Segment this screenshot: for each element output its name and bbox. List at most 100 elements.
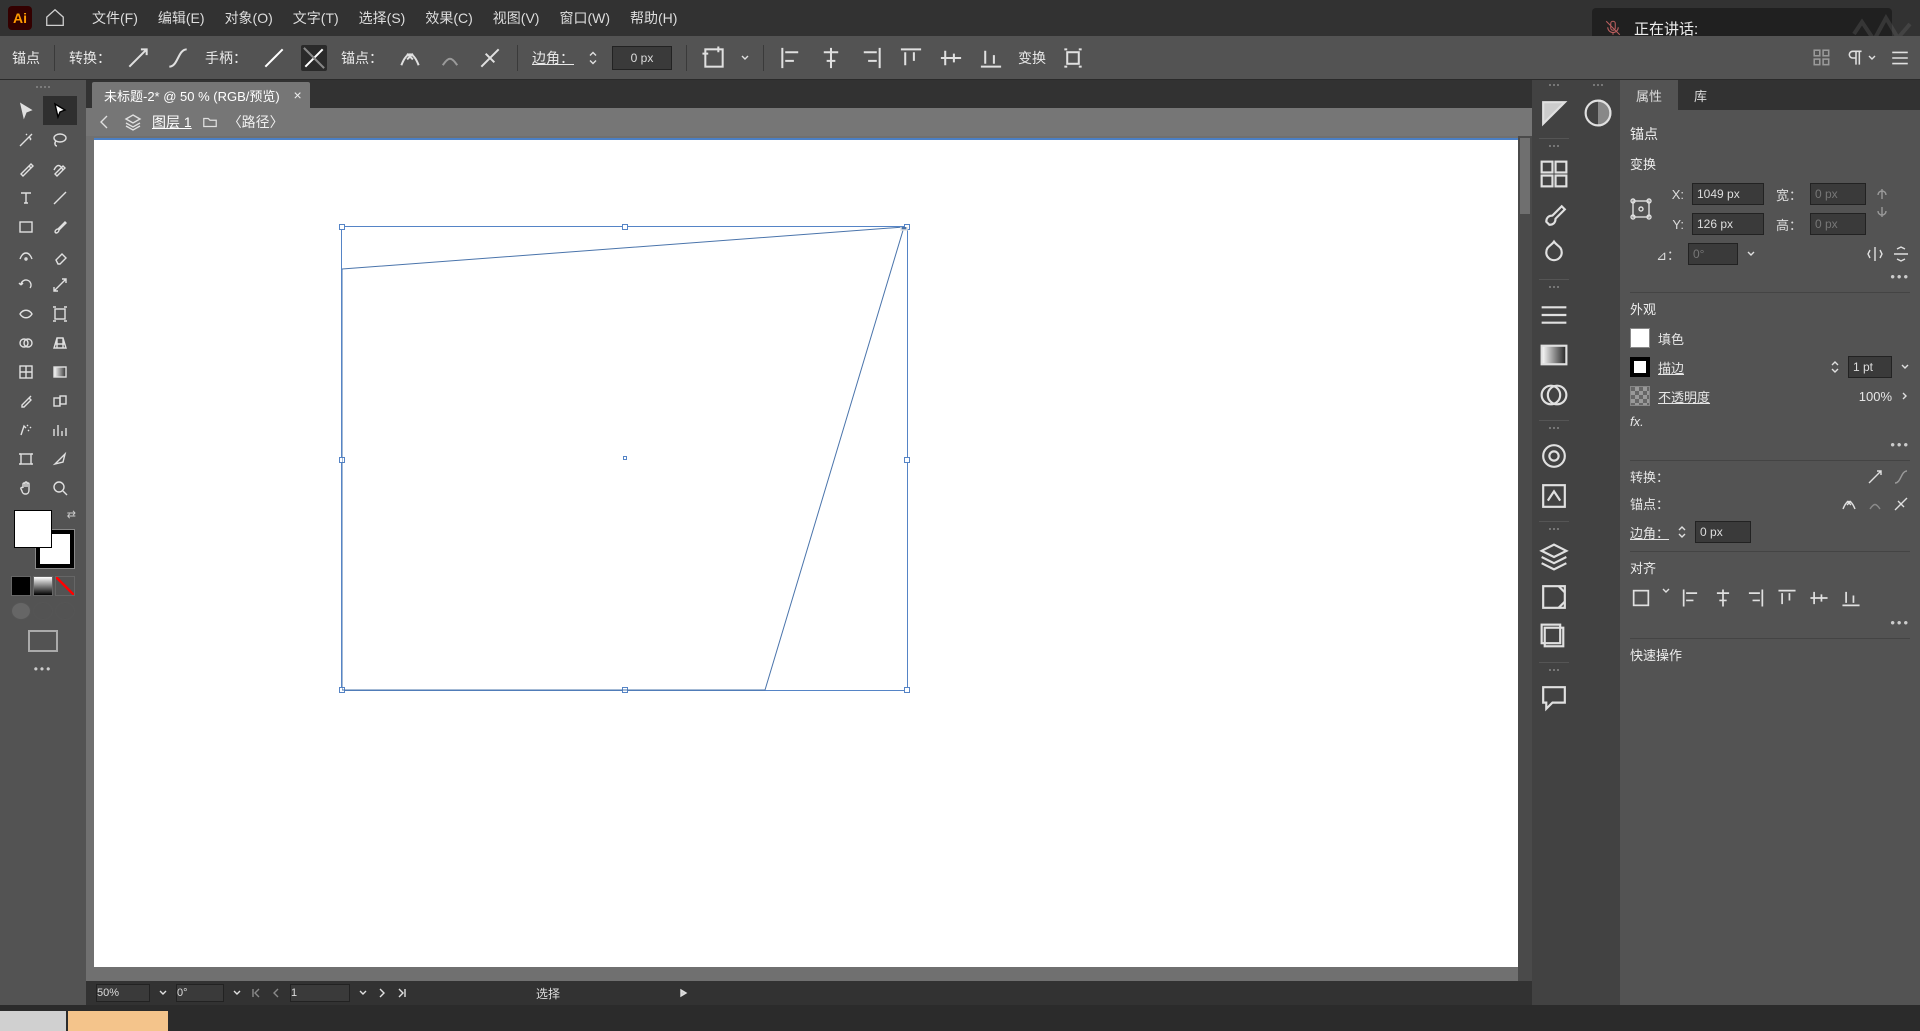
align-hcenter-button[interactable]: [818, 45, 844, 71]
convert-corner-button[interactable]: [125, 45, 151, 71]
shape-builder-tool[interactable]: [9, 328, 43, 357]
gradient-tool[interactable]: [43, 357, 77, 386]
more-options-button[interactable]: •••: [1630, 437, 1910, 452]
solid-color-button[interactable]: [11, 576, 31, 596]
cut-path-button[interactable]: [477, 45, 503, 71]
align-top-button[interactable]: [1776, 587, 1798, 609]
align-left-button[interactable]: [1680, 587, 1702, 609]
back-icon[interactable]: [96, 113, 114, 131]
swatches-panel-icon[interactable]: [1537, 157, 1571, 191]
chevron-down-icon[interactable]: [358, 988, 368, 998]
line-tool[interactable]: [43, 183, 77, 212]
prev-artboard-icon[interactable]: [270, 987, 282, 999]
home-icon[interactable]: [44, 7, 66, 29]
isolate-button[interactable]: [1060, 45, 1086, 71]
corner-label[interactable]: 边角：: [1630, 523, 1669, 542]
menu-window[interactable]: 窗口(W): [551, 4, 618, 32]
opacity-swatch[interactable]: [1630, 386, 1650, 406]
connect-anchors-button[interactable]: [437, 45, 463, 71]
remove-anchor-button[interactable]: [1840, 495, 1858, 513]
menu-file[interactable]: 文件(F): [84, 4, 146, 32]
slice-tool[interactable]: [43, 444, 77, 473]
scrollbar-thumb[interactable]: [1520, 138, 1530, 214]
more-options-button[interactable]: •••: [1630, 269, 1910, 284]
align-right-button[interactable]: [1744, 587, 1766, 609]
panel-grip-icon[interactable]: [1540, 669, 1568, 675]
corner-radius-input[interactable]: [612, 46, 672, 70]
canvas-viewport[interactable]: [86, 136, 1532, 981]
rectangle-tool[interactable]: [9, 212, 43, 241]
breadcrumb-layer-link[interactable]: 图层 1: [152, 112, 192, 132]
flip-vertical-icon[interactable]: [1892, 245, 1910, 263]
menu-effect[interactable]: 效果(C): [417, 4, 480, 32]
corner-label[interactable]: 边角：: [532, 48, 574, 68]
symbols-panel-icon[interactable]: [1537, 237, 1571, 271]
color-swatches[interactable]: ⇄: [10, 508, 76, 572]
stroke-swatch[interactable]: [1630, 357, 1650, 377]
chevron-down-icon[interactable]: [1868, 54, 1876, 62]
align-left-button[interactable]: [778, 45, 804, 71]
document-tab[interactable]: 未标题-2* @ 50 % (RGB/预览) ×: [92, 82, 310, 108]
angle-input[interactable]: [1688, 243, 1738, 265]
edit-toolbar-button[interactable]: •••: [34, 662, 53, 676]
rotate-tool[interactable]: [9, 270, 43, 299]
artboard[interactable]: [94, 138, 1518, 967]
stepper-up-icon[interactable]: [1830, 359, 1840, 367]
direct-selection-tool[interactable]: [43, 96, 77, 125]
align-to-button[interactable]: [1630, 587, 1652, 609]
fill-color-swatch[interactable]: [14, 510, 52, 548]
width-input[interactable]: [1810, 183, 1866, 205]
connect-anchor-button[interactable]: [1866, 495, 1884, 513]
align-hcenter-button[interactable]: [1712, 587, 1734, 609]
more-options-button[interactable]: •••: [1630, 615, 1910, 630]
type-tool[interactable]: [9, 183, 43, 212]
chevron-down-icon[interactable]: [232, 988, 242, 998]
width-tool[interactable]: [9, 299, 43, 328]
transform-label[interactable]: 变换: [1018, 48, 1046, 68]
crop-button[interactable]: [701, 45, 727, 71]
align-bottom-button[interactable]: [978, 45, 1004, 71]
convert-corner-button[interactable]: [1866, 468, 1884, 486]
brushes-panel-icon[interactable]: [1537, 197, 1571, 231]
path-shape[interactable]: [342, 227, 908, 692]
chevron-down-icon[interactable]: [1662, 587, 1670, 595]
align-right-button[interactable]: [858, 45, 884, 71]
blend-tool[interactable]: [43, 386, 77, 415]
panel-grip-icon[interactable]: [1540, 427, 1568, 433]
status-play-icon[interactable]: [678, 988, 688, 998]
scale-tool[interactable]: [43, 270, 77, 299]
align-vcenter-button[interactable]: [938, 45, 964, 71]
stroke-panel-icon[interactable]: [1537, 298, 1571, 332]
menu-select[interactable]: 选择(S): [351, 4, 414, 32]
grid-view-icon[interactable]: [1812, 48, 1832, 68]
transparency-panel-icon[interactable]: [1537, 378, 1571, 412]
panel-grip-icon[interactable]: [1540, 286, 1568, 292]
fx-button[interactable]: fx.: [1630, 414, 1644, 429]
tab-properties[interactable]: 属性: [1620, 80, 1678, 110]
eraser-tool[interactable]: [43, 241, 77, 270]
panel-grip-icon[interactable]: [1584, 84, 1612, 90]
paintbrush-tool[interactable]: [43, 212, 77, 241]
vertical-scrollbar[interactable]: [1518, 136, 1532, 981]
menu-edit[interactable]: 编辑(E): [150, 4, 213, 32]
menu-type[interactable]: 文字(T): [285, 4, 347, 32]
none-color-button[interactable]: [55, 576, 75, 596]
convert-smooth-button[interactable]: [1892, 468, 1910, 486]
first-artboard-icon[interactable]: [250, 987, 262, 999]
artboard-nav-input[interactable]: [290, 984, 350, 1002]
close-tab-button[interactable]: ×: [294, 87, 302, 103]
selection-tool[interactable]: [9, 96, 43, 125]
magic-wand-tool[interactable]: [9, 125, 43, 154]
layers-icon[interactable]: [124, 113, 142, 131]
cut-path-button[interactable]: [1892, 495, 1910, 513]
menu-help[interactable]: 帮助(H): [622, 4, 685, 32]
panel-grip-icon[interactable]: [1540, 528, 1568, 534]
link-wh-icon[interactable]: [1874, 183, 1890, 223]
panel-menu-icon[interactable]: [1890, 48, 1910, 68]
draw-behind-button[interactable]: [33, 602, 53, 620]
layers-panel-icon[interactable]: [1537, 540, 1571, 574]
reference-point-icon[interactable]: [1630, 187, 1652, 231]
draw-inside-button[interactable]: [55, 602, 75, 620]
free-transform-tool[interactable]: [43, 299, 77, 328]
chevron-right-icon[interactable]: [1900, 391, 1910, 401]
